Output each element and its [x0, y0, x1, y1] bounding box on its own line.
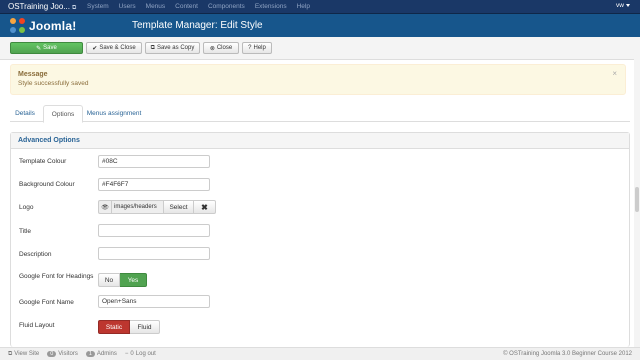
google-font-name-label: Google Font Name [19, 299, 74, 306]
view-site-link[interactable]: ⧉ View Site [8, 351, 39, 358]
clear-icon[interactable]: ✖ [194, 200, 216, 214]
background-colour-label: Background Colour [19, 181, 75, 188]
tab-bar: Details Options Menus assignment [10, 105, 630, 123]
template-colour-input[interactable] [98, 155, 210, 168]
menu-users[interactable]: Users [114, 3, 141, 10]
google-font-headings-label: Google Font for Headings [19, 273, 94, 280]
help-button[interactable]: ? Help [242, 42, 272, 54]
menu-content[interactable]: Content [170, 3, 203, 10]
copy-icon: ⧉ [150, 44, 155, 51]
save-close-button[interactable]: ✔ Save & Close [86, 42, 142, 54]
page-header: Joomla! Template Manager: Edit Style [0, 14, 640, 37]
status-bar: ⧉ View Site 0 Visitors 1 Admins − 0 Log … [0, 347, 640, 360]
check-icon: ✔ [92, 45, 98, 52]
logo-select-button[interactable]: Select [164, 200, 194, 214]
scrollbar-thumb[interactable] [635, 187, 639, 212]
user-name[interactable]: vw [616, 2, 624, 9]
admins-item: 1 Admins [85, 351, 117, 357]
system-message: Message Style successfully saved × [10, 64, 626, 95]
page-title: Template Manager: Edit Style [132, 20, 263, 31]
cancel-icon: ⊗ [209, 45, 215, 52]
fluid-button[interactable]: Fluid [130, 320, 160, 334]
template-colour-label: Template Colour [19, 158, 67, 165]
menu-components[interactable]: Components [203, 3, 250, 10]
google-font-headings-toggle: No Yes [98, 273, 147, 287]
close-icon[interactable]: × [612, 69, 617, 78]
tab-details[interactable]: Details [10, 105, 40, 122]
main-menu: System Users Menus Content Components Ex… [82, 3, 315, 10]
static-button[interactable]: Static [98, 320, 130, 334]
panel-title[interactable]: Advanced Options [18, 137, 80, 144]
panel-heading[interactable]: Advanced Options [11, 133, 629, 149]
joomla-logo: Joomla! [10, 17, 122, 34]
logo-path: images/headers [111, 200, 164, 214]
menu-extensions[interactable]: Extensions [250, 3, 292, 10]
chevron-down-icon [626, 3, 630, 7]
logout-count: 0 [130, 351, 134, 357]
view-site-label[interactable]: View Site [14, 351, 39, 357]
save-close-label: Save & Close [99, 45, 136, 51]
logo-media-field: 👁 images/headers Select ✖ [98, 200, 216, 214]
user-menu[interactable]: vw [616, 2, 630, 9]
title-input[interactable] [98, 224, 210, 237]
top-navbar: OSTraining Joo... ⧉ System Users Menus Co… [0, 0, 640, 14]
save-copy-label: Save as Copy [156, 45, 195, 51]
external-link-icon: ⧉ [71, 4, 77, 11]
external-link-icon: ⧉ [8, 350, 13, 357]
site-link[interactable]: OSTraining Joo... ⧉ [0, 2, 82, 12]
minus-icon: − [124, 351, 129, 357]
description-label: Description [19, 251, 52, 258]
help-label: Help [253, 45, 266, 51]
google-font-name-input[interactable] [98, 295, 210, 308]
eye-icon[interactable]: 👁 [98, 200, 111, 214]
advanced-options-panel: Advanced Options Template Colour Backgro… [10, 132, 630, 347]
logout-item[interactable]: − 0 Log out [125, 351, 156, 357]
logout-label[interactable]: Log out [136, 351, 156, 357]
copyright-text: © OSTraining Joomla 3.0 Beginner Course … [503, 351, 632, 357]
site-name[interactable]: OSTraining Joo... [8, 2, 70, 11]
menu-help[interactable]: Help [292, 3, 315, 10]
google-font-yes-button[interactable]: Yes [120, 273, 147, 287]
google-font-no-button[interactable]: No [98, 273, 120, 287]
menu-system[interactable]: System [82, 3, 114, 10]
message-text: Style successfully saved [18, 80, 89, 87]
fluid-layout-label: Fluid Layout [19, 322, 55, 329]
message-heading: Message [18, 71, 48, 78]
visitors-label: Visitors [58, 351, 78, 357]
save-copy-button[interactable]: ⧉ Save as Copy [145, 42, 200, 54]
help-icon: ? [248, 45, 252, 51]
description-input[interactable] [98, 247, 210, 260]
joomla-logo-icon [10, 17, 26, 34]
title-label: Title [19, 228, 32, 235]
menu-menus[interactable]: Menus [141, 3, 171, 10]
admins-badge: 1 [85, 351, 95, 357]
save-icon: ✎ [36, 45, 42, 52]
toolbar: ✎ Save ✔ Save & Close ⧉ Save as Copy ⊗ C… [0, 37, 640, 60]
scrollbar[interactable] [634, 37, 640, 347]
tab-options[interactable]: Options [43, 105, 83, 123]
background-colour-input[interactable] [98, 178, 210, 191]
logo-text: Joomla! [29, 18, 77, 33]
close-button[interactable]: ⊗ Close [203, 42, 239, 54]
fluid-layout-toggle: Static Fluid [98, 320, 160, 334]
logo-label: Logo [19, 204, 34, 211]
admins-label: Admins [96, 351, 117, 357]
close-label: Close [216, 45, 233, 51]
save-label: Save [43, 45, 57, 51]
save-button[interactable]: ✎ Save [10, 42, 83, 54]
visitors-item: 0 Visitors [47, 351, 78, 357]
visitors-badge: 0 [47, 351, 57, 357]
tab-menus-assignment[interactable]: Menus assignment [85, 105, 143, 122]
